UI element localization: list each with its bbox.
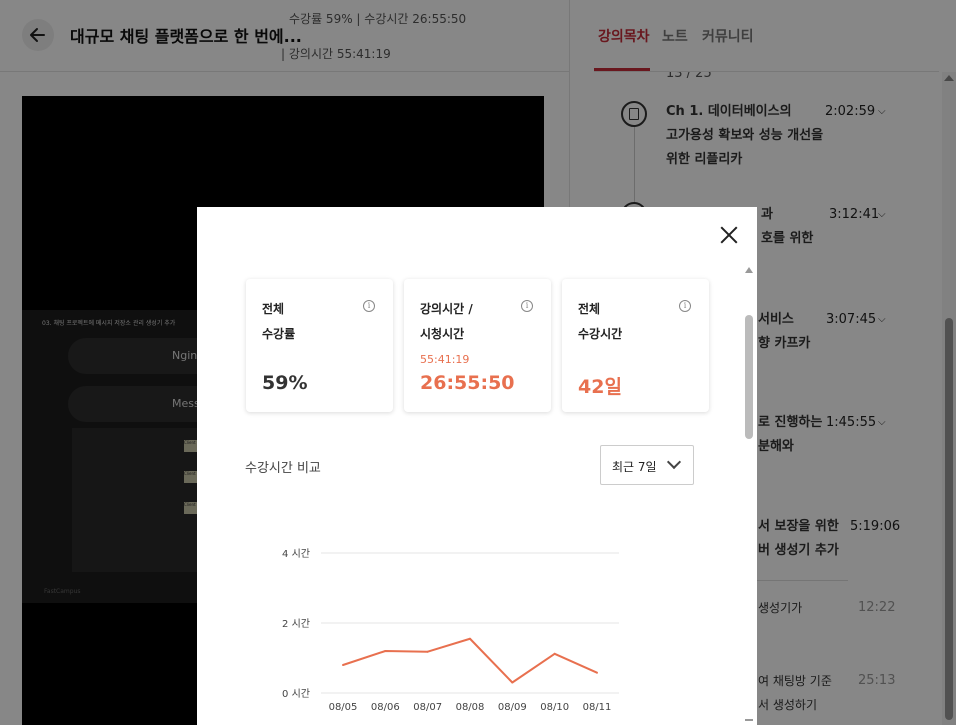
info-icon[interactable]: i (679, 300, 691, 312)
stat-card-completion: 전체 수강률 i 59% (246, 279, 393, 412)
y-tick-label: 0 시간 (282, 688, 310, 700)
scroll-down-arrow-icon[interactable] (745, 719, 753, 721)
watch-time-line-chart: 0 시간 2 시간 4 시간 08/05 08/06 08/07 08/08 08/09 08/… (282, 548, 619, 713)
card-value: 26:55:50 (420, 372, 515, 394)
y-tick-label: 4 시간 (282, 548, 310, 560)
chevron-down-icon (666, 454, 682, 470)
close-icon[interactable] (715, 221, 743, 249)
learning-stats-modal: 전체 수강률 i 59% 강의시간 / 시청시간 i 55:41:19 26:5… (197, 207, 757, 725)
scroll-up-arrow-icon[interactable] (745, 267, 753, 273)
stat-card-watch-time: 강의시간 / 시청시간 i 55:41:19 26:55:50 (404, 279, 551, 412)
card-label: 전체 수강률 (262, 302, 296, 341)
x-tick-label: 08/05 (329, 702, 358, 713)
data-point[interactable] (342, 664, 344, 666)
compare-title: 수강시간 비교 (245, 461, 321, 476)
card-label: 전체 수강시간 (578, 302, 623, 341)
x-tick-label: 08/10 (540, 702, 569, 713)
x-tick-label: 08/09 (498, 702, 527, 713)
data-point[interactable] (596, 671, 598, 674)
data-point[interactable] (384, 650, 387, 652)
data-point[interactable] (553, 652, 556, 655)
card-value: 42일 (578, 376, 622, 398)
modal-scrollbar-thumb[interactable] (745, 315, 753, 439)
x-tick-label: 08/07 (413, 702, 442, 713)
series-line (342, 637, 598, 684)
info-icon[interactable]: i (521, 300, 533, 312)
period-select[interactable]: 최근 7일 (600, 445, 694, 485)
card-value: 59% (262, 372, 308, 394)
x-tick-label: 08/11 (583, 702, 612, 713)
card-sub-value: 55:41:19 (420, 353, 470, 366)
data-point[interactable] (426, 650, 429, 653)
y-tick-label: 2 시간 (282, 618, 310, 630)
data-point[interactable] (469, 637, 471, 640)
x-tick-label: 08/08 (456, 702, 485, 713)
info-icon[interactable]: i (363, 300, 375, 312)
data-point[interactable] (511, 681, 514, 684)
stat-card-total-days: 전체 수강시간 i 42일 (562, 279, 709, 412)
x-tick-label: 08/06 (371, 702, 400, 713)
card-label: 강의시간 / 시청시간 (420, 302, 473, 341)
period-select-value: 최근 7일 (612, 460, 657, 474)
